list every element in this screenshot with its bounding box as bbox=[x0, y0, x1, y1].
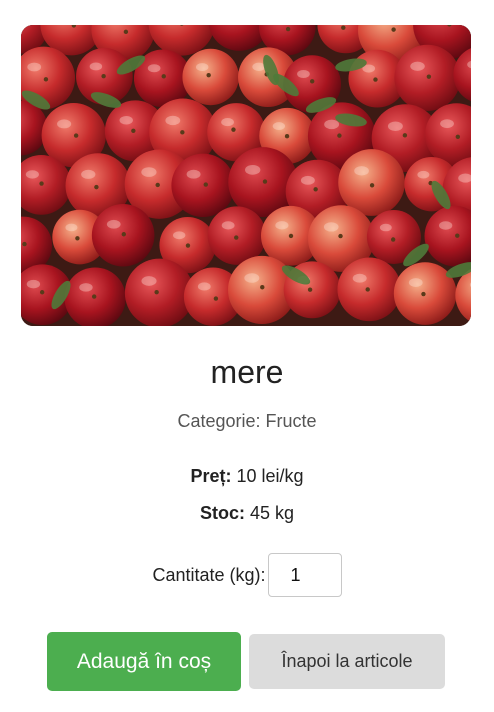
stock-label: Stoc: bbox=[199, 503, 245, 523]
apple-shape bbox=[171, 153, 235, 218]
product-detail-card: mere Categorie: Fructe Preț: 10 lei/kg S… bbox=[0, 0, 494, 712]
apples-photo bbox=[21, 25, 471, 326]
product-category: Categorie: Fructe bbox=[0, 409, 494, 433]
category-value: Fructe bbox=[265, 411, 317, 431]
product-price: Preț: 10 lei/kg bbox=[0, 464, 494, 488]
product-stock: Stoc: 45 kg bbox=[0, 501, 494, 525]
product-image bbox=[21, 25, 471, 326]
category-label: Categorie: bbox=[177, 411, 261, 431]
apple-shape bbox=[338, 149, 405, 216]
product-title: mere bbox=[210, 354, 284, 390]
back-to-items-button[interactable]: Înapoi la articole bbox=[249, 634, 445, 689]
price-label: Preț: bbox=[190, 466, 232, 486]
quantity-label: Cantitate (kg): bbox=[152, 564, 266, 585]
apple-shape bbox=[182, 48, 239, 106]
quantity-input[interactable] bbox=[267, 553, 342, 597]
stock-value: 45 kg bbox=[249, 503, 295, 523]
quantity-row: Cantitate (kg): bbox=[0, 552, 494, 598]
add-to-cart-button[interactable]: Adaugă în coș bbox=[47, 632, 241, 691]
apple-shape bbox=[124, 258, 194, 326]
price-value: 10 lei/kg bbox=[236, 466, 304, 486]
